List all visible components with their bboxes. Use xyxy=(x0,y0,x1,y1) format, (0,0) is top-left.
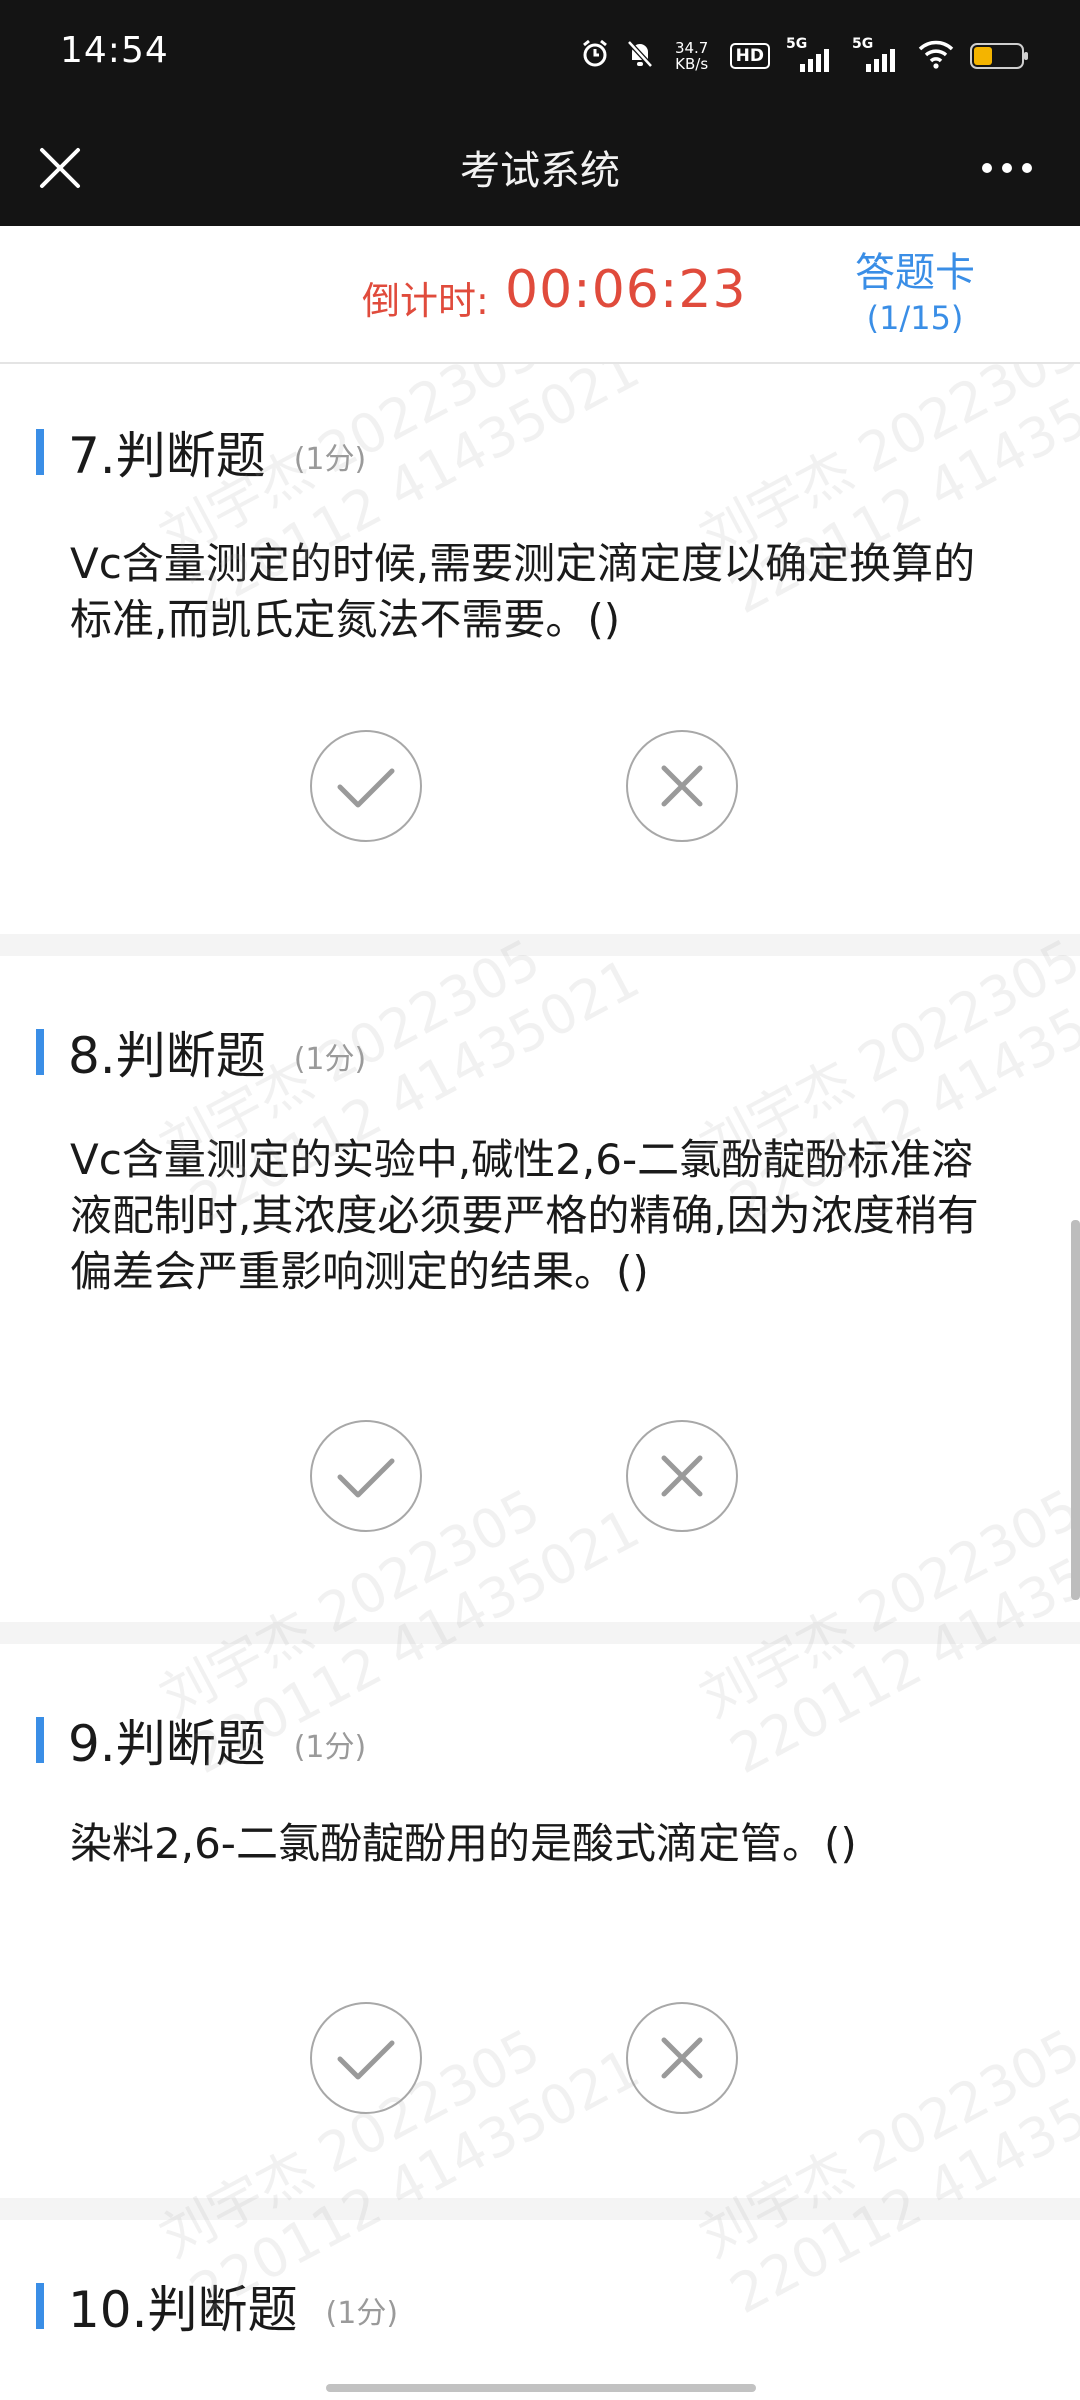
question-title: 7.判断题 xyxy=(68,427,266,485)
cross-icon xyxy=(661,2037,703,2079)
answer-card-button[interactable]: 答题卡 (1/15) xyxy=(835,248,995,338)
signal-icon-sim2: 5G xyxy=(852,36,902,74)
question-score: (1分) xyxy=(325,2296,399,2331)
wifi-icon xyxy=(918,39,954,73)
true-option-button[interactable] xyxy=(310,1420,422,1532)
alarm-icon xyxy=(580,39,610,73)
question-text: Vc含量测定的时候,需要测定滴定度以确定换算的标准,而凯氏定氮法不需要。() xyxy=(70,539,976,644)
question-item: 8.判断题 (1分) Vc含量测定的实验中,碱性2,6-二氯酚靛酚标准溶液配制时… xyxy=(0,956,1080,1622)
true-option-button[interactable] xyxy=(310,2002,422,2114)
countdown-value: 00:06:23 xyxy=(505,260,747,320)
check-icon xyxy=(337,1458,395,1498)
question-item: 7.判断题 (1分) Vc含量测定的时候,需要测定滴定度以确定换算的标准,而凯氏… xyxy=(0,364,1080,934)
mute-icon xyxy=(626,39,654,73)
question-score: (1分) xyxy=(293,1730,367,1765)
false-option-button[interactable] xyxy=(626,730,738,842)
question-accent-bar xyxy=(36,429,44,475)
cross-icon xyxy=(661,1455,703,1497)
network-speed: 34.7 KB/s xyxy=(670,40,714,72)
question-header: 8.判断题 (1分) xyxy=(36,1016,366,1088)
network-speed-unit: KB/s xyxy=(675,55,709,73)
battery-icon xyxy=(970,43,1028,69)
exam-screen: 14:54 34.7 KB/s HD 5G 5G 考试系统 倒计时: 00:06… xyxy=(0,0,1080,2400)
check-icon xyxy=(337,768,395,808)
question-list[interactable]: 7.判断题 (1分) Vc含量测定的时候,需要测定滴定度以确定换算的标准,而凯氏… xyxy=(0,364,1080,2400)
network-speed-value: 34.7 xyxy=(674,39,709,57)
timer-bar: 倒计时: 00:06:23 答题卡 (1/15) xyxy=(0,226,1080,364)
app-header: 考试系统 xyxy=(0,110,1080,226)
signal-icon-sim1: 5G xyxy=(786,36,836,74)
question-separator xyxy=(0,2198,1080,2220)
question-item: 9.判断题 (1分) 染料2,6-二氯酚靛酚用的是酸式滴定管。() xyxy=(0,1644,1080,2198)
page-title: 考试系统 xyxy=(460,148,620,194)
scrollbar[interactable] xyxy=(1071,1220,1080,1600)
question-score: (1分) xyxy=(293,442,367,477)
question-header: 7.判断题 (1分) xyxy=(36,416,366,488)
question-header: 9.判断题 (1分) xyxy=(36,1704,366,1776)
answer-card-label: 答题卡 xyxy=(855,250,975,296)
answer-card-progress: (1/15) xyxy=(866,299,964,337)
hd-icon: HD xyxy=(729,43,770,69)
status-time: 14:54 xyxy=(60,30,169,71)
false-option-button[interactable] xyxy=(626,1420,738,1532)
question-title: 9.判断题 xyxy=(68,1715,266,1773)
question-accent-bar xyxy=(36,2283,44,2329)
more-icon xyxy=(982,163,1032,173)
question-title: 10.判断题 xyxy=(68,2281,298,2339)
question-item: 10.判断题 (1分) xyxy=(0,2220,1080,2400)
question-text: Vc含量测定的实验中,碱性2,6-二氯酚靛酚标准溶液配制时,其浓度必须要严格的精… xyxy=(70,1135,979,1296)
cross-icon xyxy=(661,765,703,807)
true-option-button[interactable] xyxy=(310,730,422,842)
question-score: (1分) xyxy=(293,1042,367,1077)
question-accent-bar xyxy=(36,1717,44,1763)
check-icon xyxy=(337,2040,395,2080)
home-indicator[interactable] xyxy=(326,2384,756,2392)
question-header: 10.判断题 (1分) xyxy=(36,2270,398,2342)
status-bar: 14:54 34.7 KB/s HD 5G 5G xyxy=(0,0,1080,110)
question-title: 8.判断题 xyxy=(68,1027,266,1085)
question-separator xyxy=(0,934,1080,956)
question-separator xyxy=(0,1622,1080,1644)
more-button[interactable] xyxy=(972,140,1042,196)
question-accent-bar xyxy=(36,1029,44,1075)
false-option-button[interactable] xyxy=(626,2002,738,2114)
status-icons: 34.7 KB/s HD 5G 5G xyxy=(580,34,1028,78)
question-text: 染料2,6-二氯酚靛酚用的是酸式滴定管。() xyxy=(70,1819,857,1868)
countdown-label: 倒计时: xyxy=(362,279,489,323)
